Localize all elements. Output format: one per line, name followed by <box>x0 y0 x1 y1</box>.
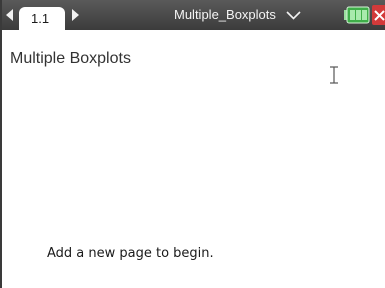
tab-page-1-1[interactable]: 1.1 <box>19 7 65 30</box>
text-cursor-icon <box>330 66 338 84</box>
notes-page-area[interactable]: Multiple Boxplots Add a new page to begi… <box>4 30 385 288</box>
chevron-down-icon[interactable] <box>286 11 301 20</box>
previous-page-arrow-icon[interactable] <box>6 9 13 21</box>
page-title: Multiple Boxplots <box>10 50 131 67</box>
document-title[interactable]: Multiple_Boxplots <box>174 7 276 22</box>
battery-icon <box>344 6 370 24</box>
next-page-arrow-icon[interactable] <box>72 9 79 21</box>
tab-label: 1.1 <box>31 11 50 26</box>
empty-page-message: Add a new page to begin. <box>47 246 214 261</box>
document-toolbar: 1.1 Multiple_Boxplots <box>2 0 385 30</box>
close-icon[interactable] <box>372 5 385 25</box>
calculator-screen: 1.1 Multiple_Boxplots Multiple Boxplots <box>0 0 385 288</box>
